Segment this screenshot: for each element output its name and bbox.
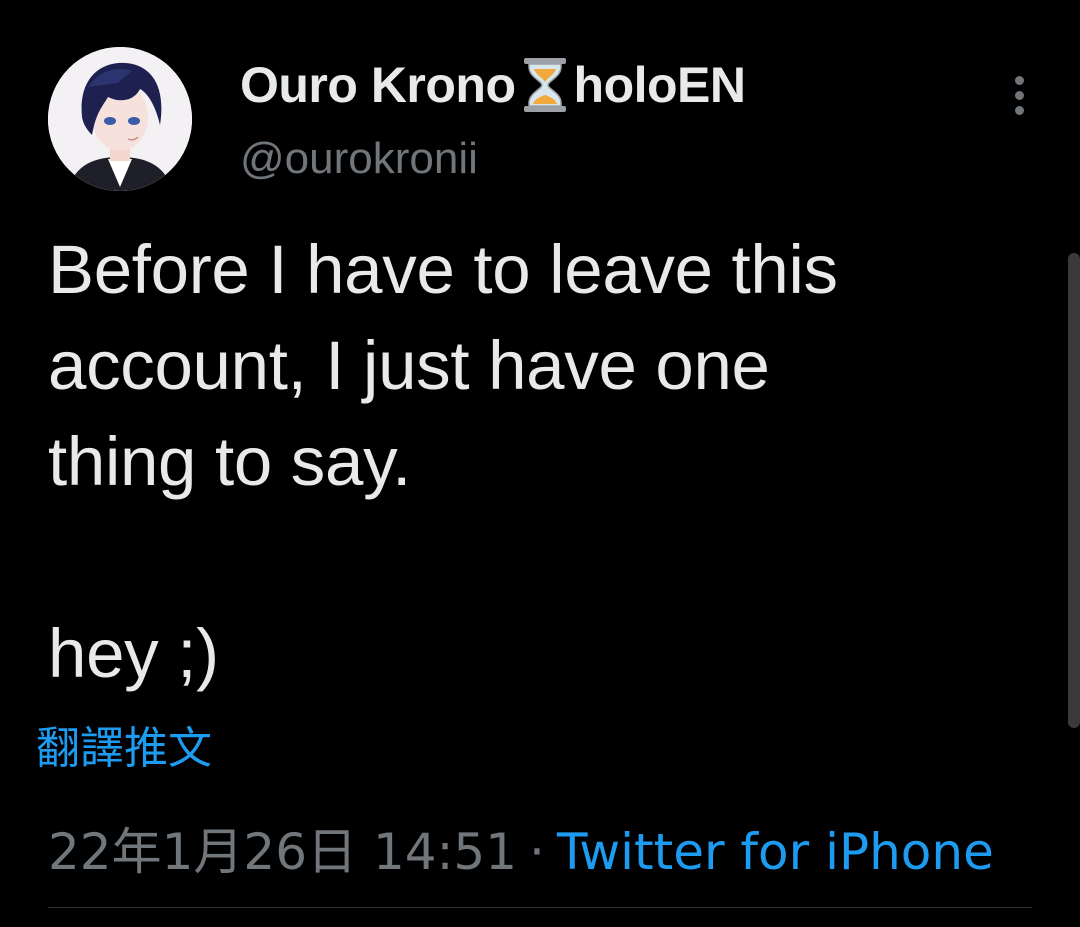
display-name[interactable]: Ouro Krono holoEN <box>240 56 746 114</box>
avatar[interactable] <box>48 47 192 191</box>
tweet-timestamp[interactable]: 22年1月26日 14:51 <box>48 823 517 881</box>
more-dot-icon <box>1015 106 1024 115</box>
tweet-text: Before I have to leave this account, I j… <box>48 231 838 692</box>
tweet-detail: Ouro Krono holoEN @ourokronii Before I h… <box>0 0 1080 927</box>
more-dot-icon <box>1015 91 1024 100</box>
display-name-second: holoEN <box>573 57 746 113</box>
hourglass-icon <box>522 57 568 113</box>
translate-tweet-link[interactable]: 翻譯推文 <box>36 712 212 776</box>
more-dot-icon <box>1015 76 1024 85</box>
divider <box>48 907 1032 908</box>
display-name-first: Ouro Krono <box>240 57 516 113</box>
meta-separator: · <box>529 823 545 881</box>
more-options-button[interactable] <box>1000 72 1040 118</box>
tweet-metadata: 22年1月26日 14:51 · Twitter for iPhone <box>48 812 994 884</box>
tweet-source-link[interactable]: Twitter for iPhone <box>557 823 994 881</box>
scrollbar[interactable] <box>1068 253 1080 728</box>
user-handle[interactable]: @ourokronii <box>240 134 478 184</box>
